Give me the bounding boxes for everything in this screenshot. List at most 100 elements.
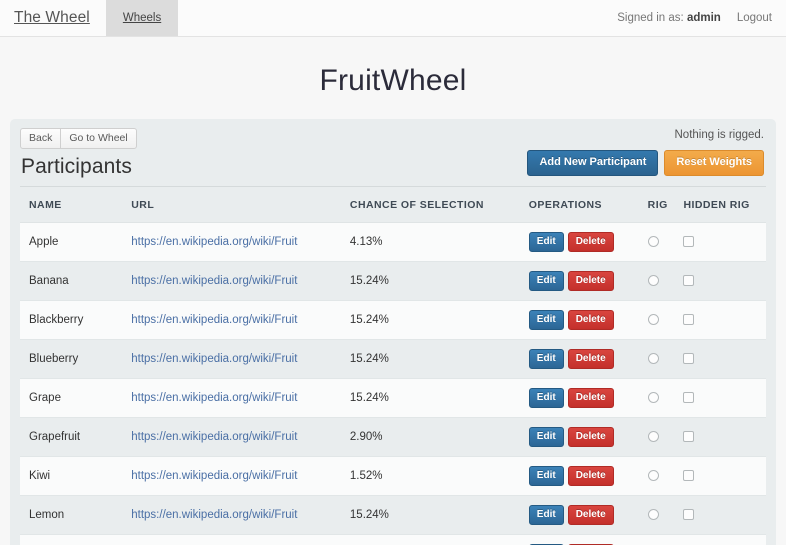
table-row: Lemon https://en.wikipedia.org/wiki/Fruit…: [20, 495, 766, 535]
hidden-rig-checkbox[interactable]: [683, 275, 695, 287]
go-to-wheel-button[interactable]: Go to Wheel: [60, 128, 137, 149]
delete-button[interactable]: Delete: [567, 271, 614, 291]
cell-chance-of-selection: 15.24%: [340, 300, 520, 340]
table-header-row: NAME URL CHANCE OF SELECTION OPERATIONS …: [20, 187, 766, 223]
participant-url-link[interactable]: https://en.wikipedia.org/wiki/Fruit: [131, 509, 297, 521]
cell-participant-url: https://en.wikipedia.org/wiki/Fruit: [122, 495, 341, 535]
rig-radio-button[interactable]: [647, 314, 659, 326]
participant-url-link[interactable]: https://en.wikipedia.org/wiki/Fruit: [131, 236, 297, 248]
hidden-rig-checkbox[interactable]: [683, 392, 695, 404]
hidden-rig-checkbox[interactable]: [683, 470, 695, 482]
hidden-rig-checkbox[interactable]: [683, 509, 695, 521]
cell-participant-name: Kiwi: [20, 456, 123, 496]
edit-button[interactable]: Edit: [528, 388, 564, 408]
signed-in-status: Signed in as: admin: [617, 12, 721, 24]
participant-url-link[interactable]: https://en.wikipedia.org/wiki/Fruit: [131, 470, 297, 482]
cell-rig: [638, 300, 675, 340]
edit-button[interactable]: Edit: [528, 427, 564, 447]
edit-button[interactable]: Edit: [528, 232, 564, 252]
table-row: Grapefruit https://en.wikipedia.org/wiki/…: [20, 417, 766, 457]
delete-button[interactable]: Delete: [567, 505, 614, 525]
cell-chance-of-selection: 15.24%: [340, 495, 520, 535]
rig-radio-button[interactable]: [647, 470, 659, 482]
cell-participant-url: https://en.wikipedia.org/wiki/Fruit: [122, 534, 341, 545]
cell-hidden-rig: [674, 495, 766, 535]
participant-url-link[interactable]: https://en.wikipedia.org/wiki/Fruit: [131, 275, 297, 287]
edit-button[interactable]: Edit: [528, 466, 564, 486]
cell-hidden-rig: [674, 261, 766, 301]
cell-participant-url: https://en.wikipedia.org/wiki/Fruit: [122, 378, 341, 418]
table-row: Apple https://en.wikipedia.org/wiki/Fruit…: [20, 222, 766, 262]
cell-chance-of-selection: 15.24%: [340, 534, 520, 545]
cell-hidden-rig: [674, 222, 766, 262]
cell-participant-url: https://en.wikipedia.org/wiki/Fruit: [122, 417, 341, 457]
cell-rig: [638, 534, 675, 545]
cell-rig: [638, 261, 675, 301]
delete-button[interactable]: Delete: [567, 349, 614, 369]
hidden-rig-checkbox[interactable]: [683, 431, 695, 443]
table-row: Grape https://en.wikipedia.org/wiki/Fruit…: [20, 378, 766, 418]
delete-button[interactable]: Delete: [567, 232, 614, 252]
logout-link[interactable]: Logout: [737, 12, 772, 24]
participant-url-link[interactable]: https://en.wikipedia.org/wiki/Fruit: [131, 392, 297, 404]
edit-button[interactable]: Edit: [528, 310, 564, 330]
nav-tab-wheels[interactable]: Wheels: [105, 0, 179, 36]
hidden-rig-checkbox[interactable]: [683, 236, 695, 248]
cell-hidden-rig: [674, 339, 766, 379]
cell-participant-name: Grape: [20, 378, 123, 418]
delete-button[interactable]: Delete: [567, 466, 614, 486]
cell-hidden-rig: [674, 417, 766, 457]
rig-radio-button[interactable]: [647, 509, 659, 521]
delete-button[interactable]: Delete: [567, 427, 614, 447]
participant-url-link[interactable]: https://en.wikipedia.org/wiki/Fruit: [131, 431, 297, 443]
cell-operations: EditDelete: [519, 222, 639, 262]
nav-tabs: Wheels: [105, 0, 179, 36]
participant-url-link[interactable]: https://en.wikipedia.org/wiki/Fruit: [131, 353, 297, 365]
add-new-participant-button[interactable]: Add New Participant: [527, 150, 659, 176]
edit-button[interactable]: Edit: [528, 349, 564, 369]
column-header-url: URL: [122, 187, 341, 223]
cell-chance-of-selection: 2.90%: [340, 417, 520, 457]
column-header-operations: OPERATIONS: [519, 187, 639, 223]
cell-participant-name: Banana: [20, 261, 123, 301]
reset-weights-button[interactable]: Reset Weights: [664, 150, 764, 176]
cell-participant-name: Apple: [20, 222, 123, 262]
navbar-right-section: Signed in as: admin Logout: [617, 0, 786, 36]
cell-participant-name: Lemon: [20, 495, 123, 535]
cell-operations: EditDelete: [519, 300, 639, 340]
rig-radio-button[interactable]: [647, 275, 659, 287]
cell-chance-of-selection: 15.24%: [340, 378, 520, 418]
cell-rig: [638, 495, 675, 535]
cell-operations: EditDelete: [519, 417, 639, 457]
table-row: Blueberry https://en.wikipedia.org/wiki/F…: [20, 339, 766, 379]
hidden-rig-checkbox[interactable]: [683, 353, 695, 365]
column-header-hidden-rig: HIDDEN RIG: [674, 187, 766, 223]
edit-button[interactable]: Edit: [528, 505, 564, 525]
rigged-status-note: Nothing is rigged.: [674, 129, 765, 141]
top-navbar: The Wheel Wheels Signed in as: admin Log…: [0, 0, 786, 37]
rig-radio-button[interactable]: [647, 236, 659, 248]
cell-participant-name: Blackberry: [20, 300, 123, 340]
brand-link[interactable]: The Wheel: [0, 0, 106, 36]
delete-button[interactable]: Delete: [567, 388, 614, 408]
panel-header: Back Go to Wheel Participants Nothing is…: [20, 128, 766, 186]
cell-chance-of-selection: 1.52%: [340, 456, 520, 496]
cell-participant-name: Blueberry: [20, 339, 123, 379]
rig-radio-button[interactable]: [647, 431, 659, 443]
rig-radio-button[interactable]: [647, 392, 659, 404]
rig-radio-button[interactable]: [647, 353, 659, 365]
participant-url-link[interactable]: https://en.wikipedia.org/wiki/Fruit: [131, 314, 297, 326]
username-label: admin: [686, 12, 721, 24]
cell-hidden-rig: [674, 378, 766, 418]
edit-button[interactable]: Edit: [528, 271, 564, 291]
delete-button[interactable]: Delete: [567, 310, 614, 330]
cell-rig: [638, 417, 675, 457]
table-row: Blackberry https://en.wikipedia.org/wiki/…: [20, 300, 766, 340]
cell-operations: EditDelete: [519, 378, 639, 418]
cell-rig: [638, 378, 675, 418]
cell-hidden-rig: [674, 534, 766, 545]
cell-participant-url: https://en.wikipedia.org/wiki/Fruit: [122, 261, 341, 301]
cell-participant-name: Orange: [20, 534, 123, 545]
hidden-rig-checkbox[interactable]: [683, 314, 695, 326]
back-button[interactable]: Back: [20, 128, 62, 149]
